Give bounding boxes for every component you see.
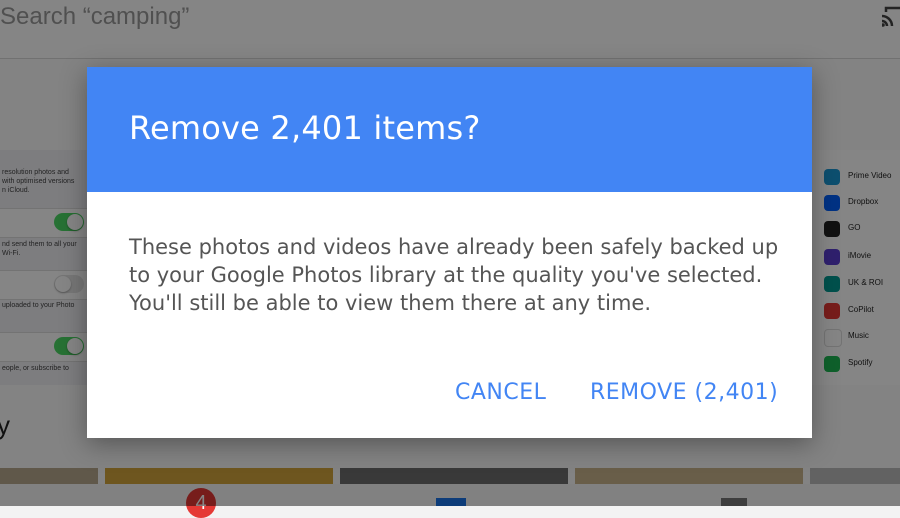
remove-items-dialog: Remove 2,401 items? These photos and vid… xyxy=(87,67,812,438)
dialog-header: Remove 2,401 items? xyxy=(87,67,812,192)
dialog-title: Remove 2,401 items? xyxy=(129,109,481,147)
remove-button[interactable]: REMOVE (2,401) xyxy=(582,367,786,417)
dialog-actions: CANCEL REMOVE (2,401) xyxy=(87,367,812,417)
cancel-button[interactable]: CANCEL xyxy=(447,367,554,417)
dialog-message: These photos and videos have already bee… xyxy=(129,235,779,315)
